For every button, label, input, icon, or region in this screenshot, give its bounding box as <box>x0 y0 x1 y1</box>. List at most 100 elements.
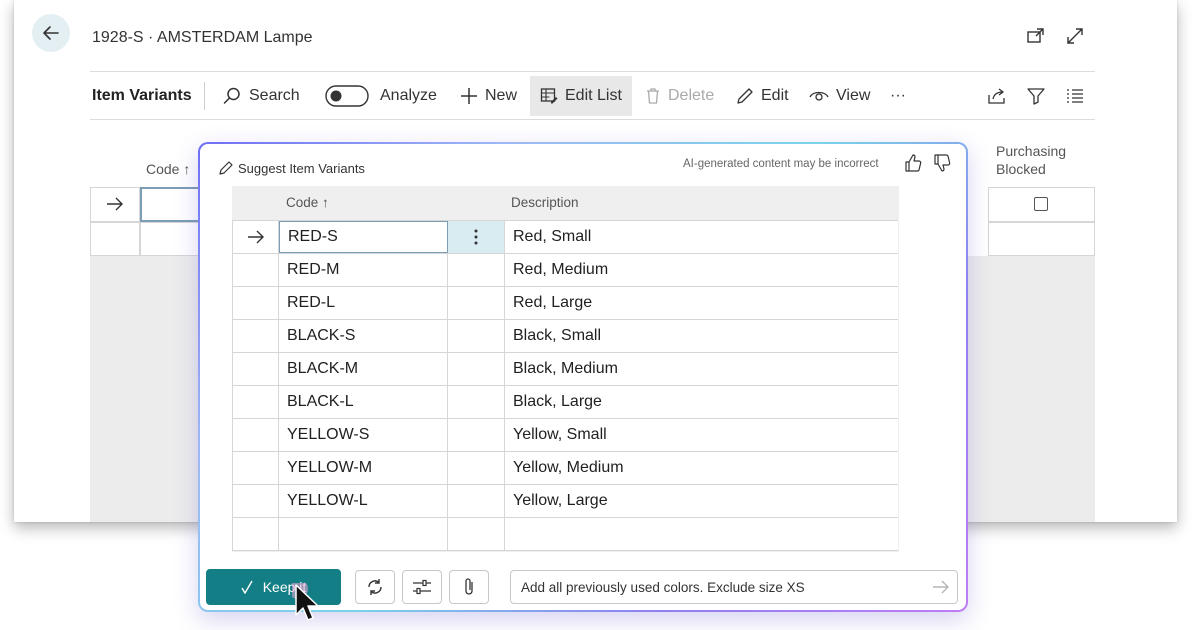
mouse-cursor-icon <box>292 583 319 621</box>
edit-button[interactable]: Edit <box>736 76 789 116</box>
popout-button[interactable] <box>1026 26 1046 46</box>
analyze-toggle[interactable]: Analyze <box>325 76 437 116</box>
description-cell[interactable]: Black, Medium <box>505 353 898 385</box>
table-row[interactable]: RED-L Red, Large <box>232 287 898 320</box>
prompt-text: Add all previously used colors. Exclude … <box>521 579 805 595</box>
description-cell[interactable] <box>505 518 898 550</box>
code-cell[interactable]: RED-M <box>279 254 448 286</box>
code-cell[interactable]: YELLOW-M <box>279 452 448 484</box>
table-row[interactable]: BLACK-S Black, Small <box>232 320 898 353</box>
share-button[interactable] <box>987 76 1007 116</box>
table-row[interactable]: BLACK-M Black, Medium <box>232 353 898 386</box>
edit-list-label: Edit List <box>565 87 622 104</box>
list-icon <box>1067 89 1083 103</box>
filter-button[interactable] <box>1027 76 1045 116</box>
view-label: View <box>836 87 871 104</box>
row-indicator <box>232 452 279 484</box>
code-cell[interactable] <box>279 518 448 550</box>
code-cell[interactable]: YELLOW-S <box>279 419 448 451</box>
toolbar-separator <box>204 82 205 110</box>
description-cell[interactable]: Yellow, Large <box>505 485 898 517</box>
table-row[interactable]: YELLOW-S Yellow, Small <box>232 419 898 452</box>
bg-code-cell[interactable] <box>140 187 200 222</box>
row-actions-cell <box>448 287 505 319</box>
row-actions-cell <box>448 254 505 286</box>
more-actions-button[interactable]: ··· <box>890 76 906 116</box>
attach-icon <box>465 578 473 595</box>
code-cell[interactable]: YELLOW-L <box>279 485 448 517</box>
row-indicator <box>232 254 279 286</box>
row-indicator <box>232 221 279 253</box>
expand-icon <box>1067 28 1083 44</box>
page-heading: Item Variants <box>92 87 192 104</box>
code-cell[interactable]: BLACK-S <box>279 320 448 352</box>
description-cell[interactable]: Yellow, Medium <box>505 452 898 484</box>
delete-label: Delete <box>668 87 715 104</box>
page-title: 1928-S · AMSTERDAM Lampe <box>92 29 313 46</box>
list-view-button[interactable] <box>1066 76 1084 116</box>
edit-list-button[interactable]: Edit List <box>530 76 632 116</box>
new-button[interactable]: New <box>460 76 517 116</box>
bg-code-header: Code ↑ <box>146 161 191 177</box>
table-row[interactable]: RED-M Red, Medium <box>232 254 898 287</box>
description-cell[interactable]: Red, Small <box>505 221 898 253</box>
col-header-description[interactable]: Description <box>511 195 579 210</box>
thumbs-up-icon <box>905 154 922 172</box>
bg-blocked-cell-2 <box>988 222 1095 256</box>
row-actions-button[interactable] <box>448 221 505 253</box>
send-arrow-icon[interactable] <box>932 579 950 595</box>
thumbs-down-button[interactable] <box>932 153 952 178</box>
code-cell[interactable]: BLACK-M <box>279 353 448 385</box>
check-icon <box>241 580 253 594</box>
popout-icon <box>1027 28 1044 43</box>
description-cell[interactable]: Red, Large <box>505 287 898 319</box>
view-button[interactable]: View <box>809 76 870 116</box>
code-cell[interactable]: RED-L <box>279 287 448 319</box>
row-arrow-icon <box>247 230 264 244</box>
share-icon <box>988 88 1005 104</box>
search-label: Search <box>249 87 300 104</box>
prompt-input[interactable]: Add all previously used colors. Exclude … <box>510 570 958 604</box>
row-actions-cell <box>448 320 505 352</box>
pencil-icon <box>737 88 753 104</box>
adjust-settings-button[interactable] <box>402 570 442 604</box>
toggle-icon <box>325 85 369 107</box>
row-indicator <box>232 386 279 418</box>
description-cell[interactable]: Yellow, Small <box>505 419 898 451</box>
thumbs-up-button[interactable] <box>903 153 923 178</box>
bg-code-cell-2[interactable] <box>140 222 200 256</box>
table-row-empty[interactable] <box>232 518 898 551</box>
purchasing-blocked-checkbox[interactable] <box>1034 197 1048 211</box>
attach-button[interactable] <box>449 570 489 604</box>
expand-button[interactable] <box>1065 26 1085 46</box>
dialog-title: Suggest Item Variants <box>238 161 365 176</box>
description-cell[interactable]: Black, Small <box>505 320 898 352</box>
col-header-code[interactable]: Code ↑ <box>286 195 329 210</box>
toolbar-divider-bottom <box>90 119 1095 120</box>
row-actions-cell <box>448 386 505 418</box>
code-cell[interactable]: BLACK-L <box>279 386 448 418</box>
bg-row-arrow-icon <box>107 197 123 211</box>
table-row[interactable]: YELLOW-L Yellow, Large <box>232 485 898 518</box>
table-row[interactable]: RED-S Red, Small <box>232 221 898 254</box>
eye-icon <box>809 91 829 101</box>
table-row[interactable]: BLACK-L Black, Large <box>232 386 898 419</box>
code-cell[interactable]: RED-S <box>279 221 448 253</box>
toolbar-divider-top <box>90 71 1095 72</box>
table-row[interactable]: YELLOW-M Yellow, Medium <box>232 452 898 485</box>
bg-purchasing-header-line1: Purchasing <box>996 143 1067 159</box>
bg-row-indicator-2 <box>90 222 140 256</box>
row-indicator <box>232 518 279 550</box>
filter-icon <box>1027 88 1045 105</box>
regenerate-button[interactable] <box>355 570 395 604</box>
back-button[interactable] <box>32 14 70 52</box>
search-button[interactable]: Search <box>222 76 300 116</box>
analyze-label: Analyze <box>380 87 437 104</box>
ai-disclaimer: AI-generated content may be incorrect <box>683 158 879 170</box>
row-indicator <box>232 287 279 319</box>
row-actions-cell <box>448 518 505 550</box>
search-icon <box>223 87 240 104</box>
delete-button[interactable]: Delete <box>645 76 714 116</box>
description-cell[interactable]: Black, Large <box>505 386 898 418</box>
description-cell[interactable]: Red, Medium <box>505 254 898 286</box>
